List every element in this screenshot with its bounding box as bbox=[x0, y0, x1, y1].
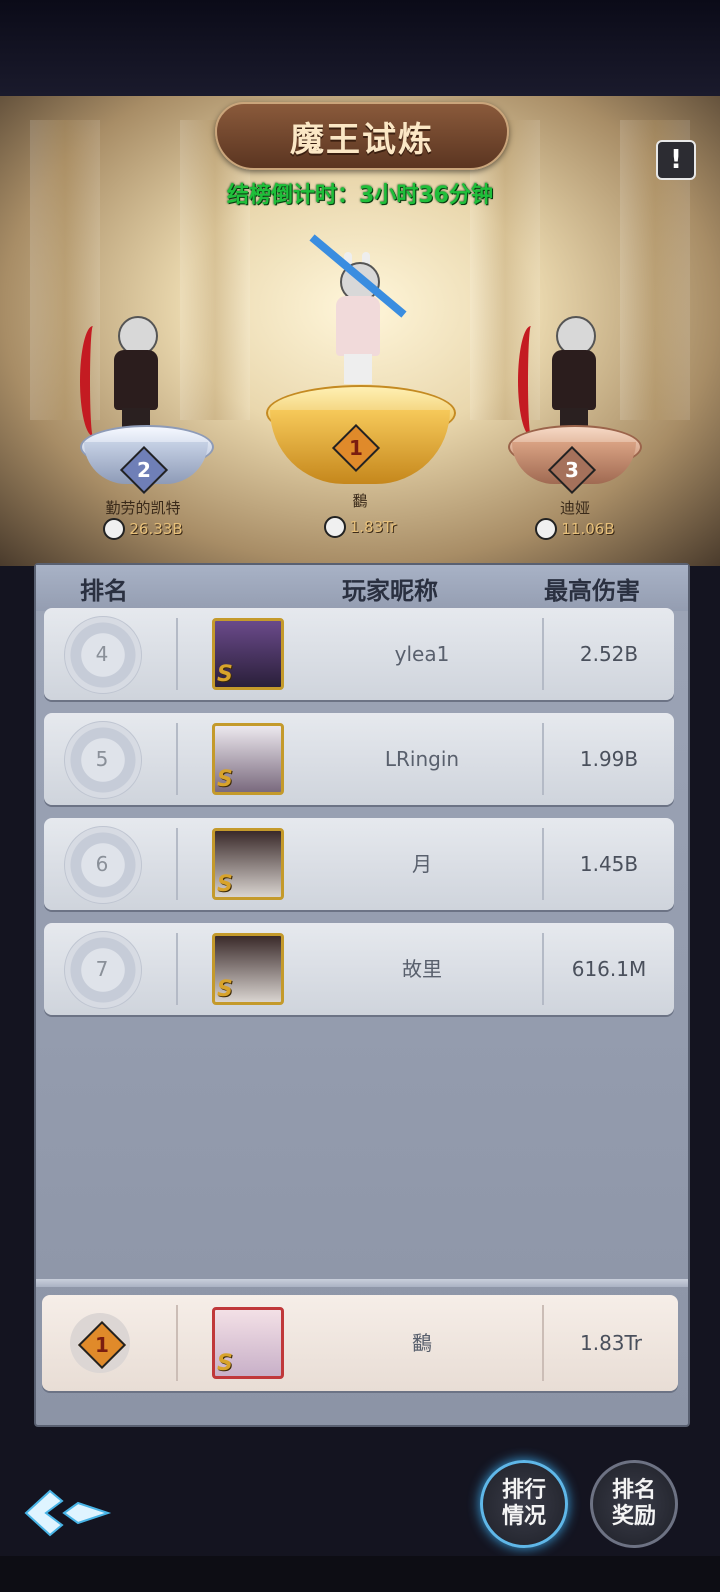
ranking-status-button[interactable]: 排行 情况 bbox=[480, 1460, 568, 1548]
column-rank: 排名 bbox=[80, 577, 128, 605]
info-icon[interactable]: ! bbox=[656, 140, 696, 180]
avatar[interactable]: S bbox=[212, 1307, 284, 1379]
max-damage: 1.99B bbox=[579, 747, 639, 771]
max-damage: 1.45B bbox=[579, 852, 639, 876]
skull-icon bbox=[103, 518, 126, 540]
my-rank-row[interactable]: 1 S 鷭 1.83Tr bbox=[42, 1295, 678, 1391]
table-row[interactable]: 4 S ylea1 2.52B bbox=[44, 608, 674, 700]
rank-rewards-button[interactable]: 排名 奖励 bbox=[590, 1460, 678, 1548]
podium-score-rank2: 26.33B bbox=[63, 518, 223, 540]
player-name: 鷭 bbox=[412, 1331, 432, 1355]
table-row[interactable]: 7 S 故里 616.1M bbox=[44, 923, 674, 1015]
hero-sprite-rank1 bbox=[309, 234, 407, 392]
max-damage: 1.83Tr bbox=[579, 1331, 643, 1355]
podium-name-rank1: 鷭 bbox=[352, 492, 368, 510]
podium-score-rank3: 11.06B bbox=[495, 518, 655, 540]
podium-name-rank2: 勤劳的凯特 bbox=[105, 499, 181, 517]
max-damage: 616.1M bbox=[571, 957, 647, 981]
scythe-icon bbox=[80, 326, 106, 436]
title-banner: 魔王试炼 bbox=[215, 102, 509, 170]
back-button[interactable] bbox=[22, 1485, 112, 1541]
leaderboard-panel[interactable]: 排名 玩家昵称 最高伤害 4 S ylea1 2.52B 5 S LRingin… bbox=[34, 563, 690, 1427]
podium-name-rank3: 迪娅 bbox=[559, 499, 590, 517]
column-player: 玩家昵称 bbox=[342, 577, 438, 605]
max-damage: 2.52B bbox=[579, 642, 639, 666]
podium-score-rank1: 1.83Tr bbox=[280, 516, 440, 538]
avatar[interactable]: S bbox=[212, 618, 284, 690]
avatar[interactable]: S bbox=[212, 723, 284, 795]
table-row[interactable]: 5 S LRingin 1.99B bbox=[44, 713, 674, 805]
top-background bbox=[0, 0, 720, 96]
player-name: 月 bbox=[412, 852, 432, 876]
page-title: 魔王试炼 bbox=[290, 119, 434, 160]
bottom-bar bbox=[0, 1556, 720, 1592]
back-arrow-icon bbox=[24, 1489, 112, 1537]
countdown-text: 结榜倒计时：3小时36分钟 bbox=[227, 183, 493, 208]
player-name: ylea1 bbox=[394, 642, 450, 666]
skull-icon bbox=[323, 516, 346, 538]
player-name: 故里 bbox=[402, 957, 442, 981]
column-damage: 最高伤害 bbox=[544, 577, 640, 605]
player-name: LRingin bbox=[384, 747, 460, 771]
leaderboard-header: 排名 玩家昵称 最高伤害 bbox=[36, 565, 688, 611]
avatar[interactable]: S bbox=[212, 828, 284, 900]
table-row[interactable]: 6 S 月 1.45B bbox=[44, 818, 674, 910]
avatar[interactable]: S bbox=[212, 933, 284, 1005]
skull-icon bbox=[535, 518, 558, 540]
scythe-icon bbox=[518, 326, 544, 436]
